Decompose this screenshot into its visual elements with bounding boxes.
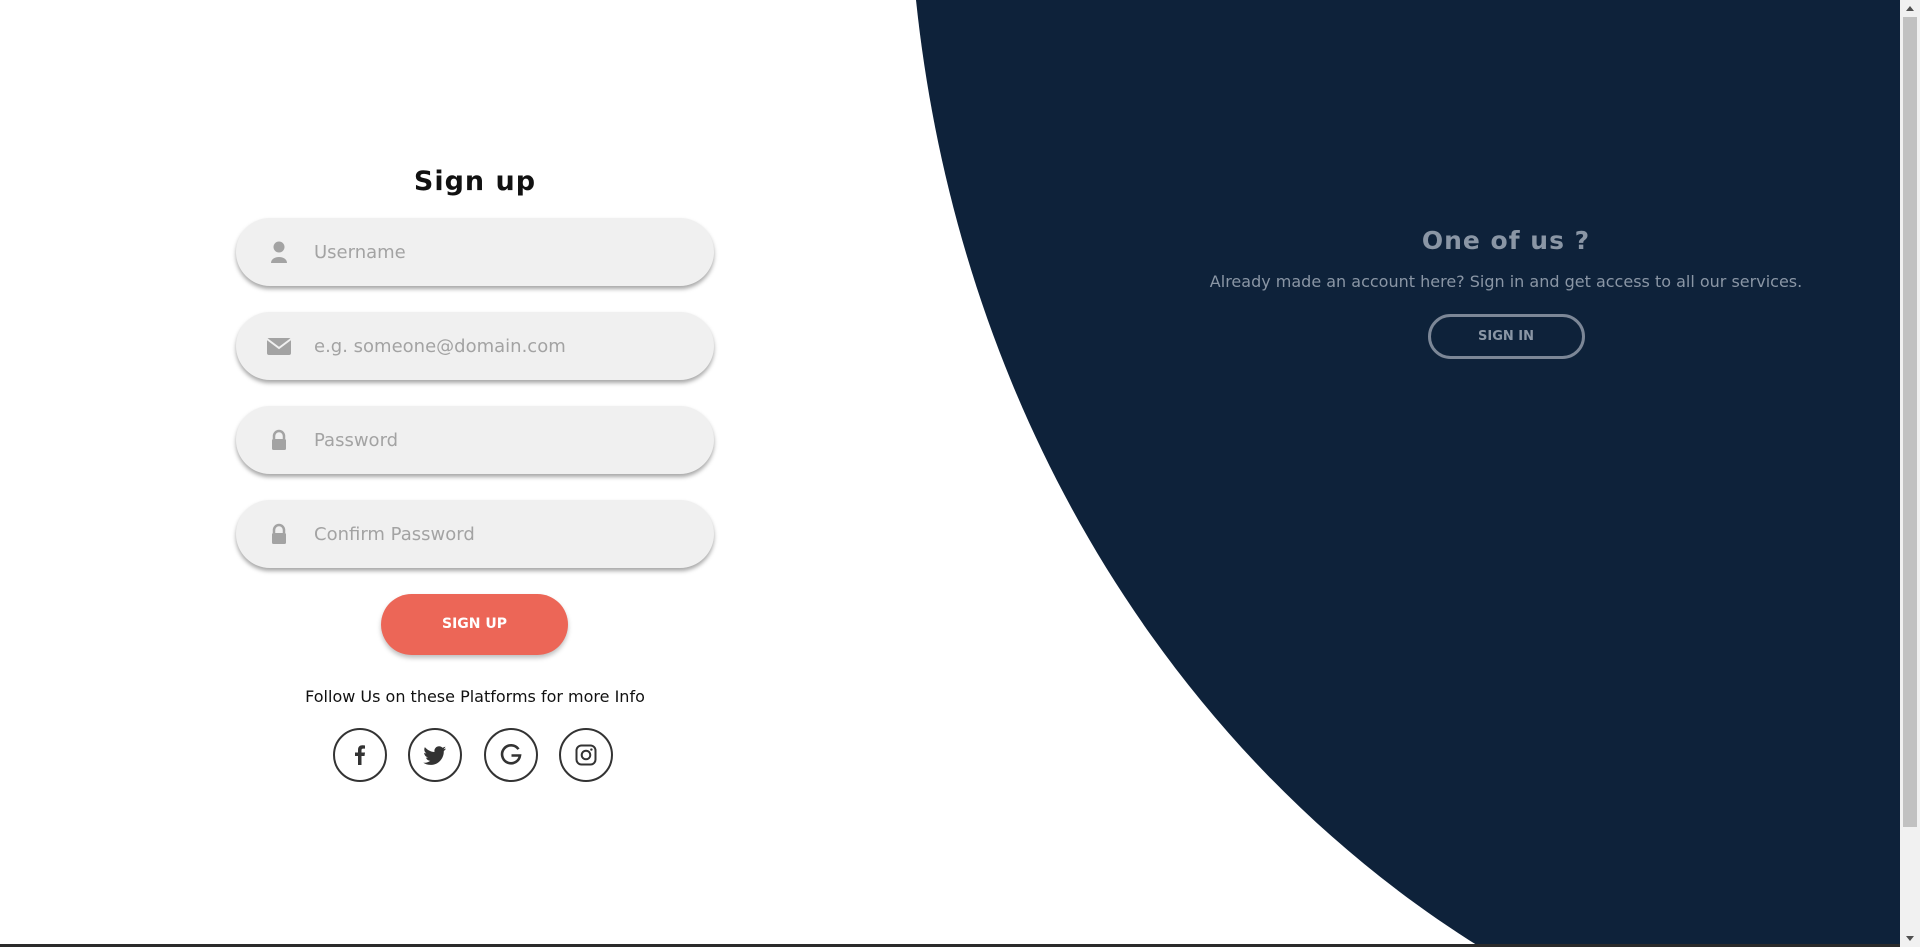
envelope-icon [266,338,292,355]
password-input[interactable] [314,406,694,474]
vertical-scrollbar[interactable] [1900,0,1920,947]
twitter-button[interactable] [408,728,462,782]
instagram-icon [575,744,597,766]
password-field[interactable] [236,406,714,474]
email-input[interactable] [314,312,694,380]
signin-panel-text: Already made an account here? Sign in an… [1209,272,1803,291]
scrollbar-thumb[interactable] [1903,17,1917,827]
page: One of us ? Already made an account here… [0,0,1920,947]
twitter-icon [423,746,446,765]
username-field[interactable] [236,218,714,286]
signin-panel: One of us ? Already made an account here… [1160,224,1852,359]
username-input[interactable] [314,218,694,286]
scroll-down-arrow-icon[interactable] [1900,930,1920,947]
sign-in-button[interactable]: SIGN IN [1427,314,1585,359]
signup-title: Sign up [413,166,537,197]
facebook-button[interactable] [333,728,387,782]
confirm-password-field[interactable] [236,500,714,568]
lock-icon [272,429,286,450]
confirm-password-input[interactable] [314,500,694,568]
google-icon [500,744,522,765]
scroll-up-arrow-icon[interactable] [1900,0,1920,17]
sign-up-button[interactable]: SIGN UP [381,594,568,655]
signup-form: Sign up Username e.g. someone@domain.com… [236,160,714,782]
instagram-button[interactable] [559,728,613,782]
signin-panel-title: One of us ? [1421,226,1591,255]
follow-text: Follow Us on these Platforms for more In… [305,687,645,706]
email-field[interactable] [236,312,714,380]
lock-icon [272,523,286,544]
facebook-icon [355,745,365,765]
google-button[interactable] [484,728,538,782]
user-icon [271,241,287,263]
